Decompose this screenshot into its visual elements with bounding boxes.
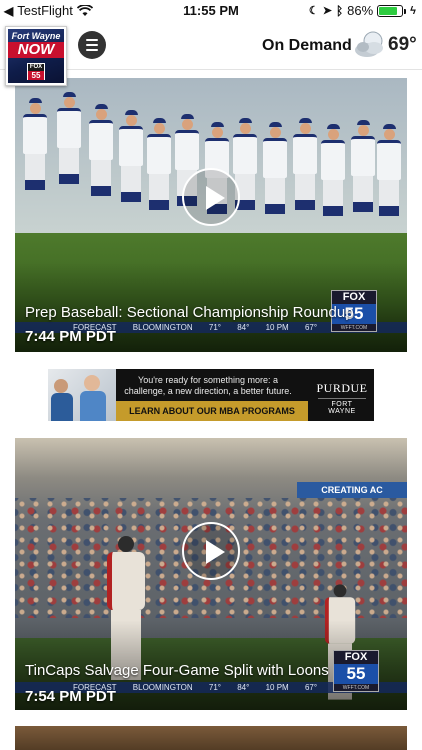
video-time: 7:54 PM PDT — [25, 688, 116, 705]
video-time: 7:44 PM PDT — [25, 328, 116, 345]
battery-icon — [377, 4, 407, 17]
ticker-item: BLOOMINGTON — [132, 683, 193, 692]
page-title: On Demand — [262, 37, 352, 54]
play-button[interactable] — [182, 522, 240, 580]
bug-number: 55 — [334, 664, 378, 684]
video-card[interactable]: CREATING AC FORECAST BLOOMINGTON 71° 84°… — [15, 438, 407, 710]
ad-brand-logo: PURDUE FORT WAYNE — [310, 369, 374, 421]
logo-fox-text: FOX — [29, 64, 43, 70]
ticker-item: 84° — [237, 323, 250, 332]
menu-bar-icon — [86, 49, 98, 51]
player-figure — [321, 124, 345, 216]
moon-icon: ☾ — [308, 5, 319, 17]
ad-text: You're ready for something more: a chall… — [124, 375, 292, 396]
logo-line2: NOW — [8, 42, 64, 58]
menu-bar-icon — [86, 44, 98, 46]
ticker-item: 67° — [304, 683, 318, 692]
fox55-bug-icon: FOX 55 WFFT.COM — [333, 650, 379, 692]
player-figure — [351, 120, 375, 212]
battery-percent: 86% — [347, 3, 374, 18]
ticker-item: 71° — [208, 323, 221, 332]
menu-button[interactable] — [78, 31, 106, 59]
video-card[interactable]: FORECAST BLOOMINGTON 71° 84° 10 PM 67° F… — [15, 78, 407, 352]
player-figure — [377, 124, 401, 216]
location-icon: ➤ — [322, 5, 332, 17]
status-right: ☾ ➤ ᛒ 86% ϟ — [309, 3, 416, 18]
video-title[interactable]: TinCaps Salvage Four-Game Split with Loo… — [25, 662, 329, 679]
player-figure — [23, 98, 47, 190]
ticker-item: 10 PM — [265, 323, 289, 332]
ad-cta-button[interactable]: LEARN ABOUT OUR MBA PROGRAMS — [116, 401, 308, 421]
logo-55-text: 55 — [28, 71, 44, 80]
bug-url: WFFT.COM — [342, 685, 370, 691]
ticker-item: 71° — [208, 683, 221, 692]
logo-line1: Fort Wayne — [11, 31, 61, 41]
video-card[interactable] — [15, 726, 407, 750]
player-figure — [57, 92, 81, 184]
bug-fox-text: FOX — [344, 651, 368, 663]
video-title[interactable]: Prep Baseball: Sectional Championship Ro… — [25, 304, 354, 321]
ad-brand-line1: PURDUE — [316, 381, 368, 395]
player-figure — [263, 122, 287, 214]
logo-art: Fort Wayne NOW FOX 55 — [8, 29, 64, 83]
ticker-item: 10 PM — [265, 683, 289, 692]
bug-url: WFFT.COM — [340, 325, 368, 331]
logo-fox-badge: FOX 55 — [27, 63, 45, 80]
ad-photo — [48, 369, 116, 421]
ad-brand-line2: FORT WAYNE — [318, 398, 366, 415]
player-figure — [147, 118, 171, 210]
ticker-item: 84° — [237, 683, 250, 692]
bluetooth-icon: ᛒ — [335, 3, 344, 18]
play-button[interactable] — [182, 168, 240, 226]
station-logo[interactable]: Fort Wayne NOW FOX 55 — [5, 26, 67, 86]
ticker-item: BLOOMINGTON — [132, 323, 193, 332]
ad-banner[interactable]: You're ready for something more: a chall… — [48, 369, 374, 421]
battery-fill — [379, 6, 398, 15]
video-thumbnail — [15, 726, 407, 750]
player-figure — [293, 118, 317, 210]
ticker-item: 67° — [304, 323, 318, 332]
player-figure — [119, 110, 143, 202]
bug-fox-text: FOX — [342, 291, 366, 303]
temperature[interactable]: 69° — [388, 34, 417, 56]
status-bar: ◀ TestFlight 11:55 PM ☾ ➤ ᛒ 86% ϟ — [0, 0, 422, 22]
app-header: Fort Wayne NOW FOX 55 On Demand 69° — [0, 22, 422, 86]
charging-icon: ϟ — [410, 4, 416, 17]
player-figure — [89, 104, 113, 196]
stadium-banner: CREATING AC — [297, 482, 407, 498]
menu-bar-icon — [86, 39, 98, 41]
partly-cloudy-night-icon[interactable] — [354, 30, 386, 60]
